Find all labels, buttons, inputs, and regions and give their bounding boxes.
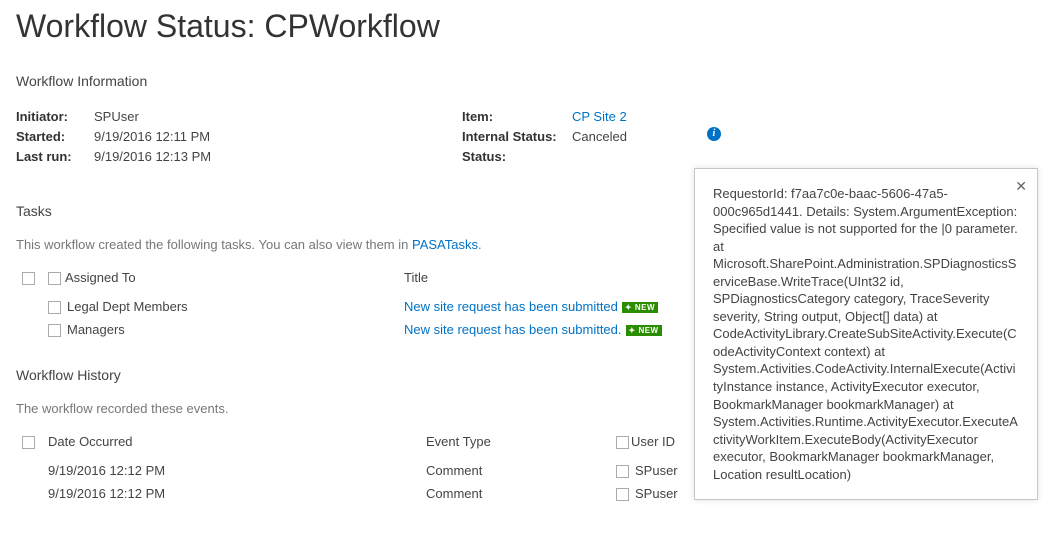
history-date: 9/19/2016 12:12 PM	[42, 459, 420, 482]
col-assigned-header: Assigned To	[65, 270, 136, 285]
task-row-checkbox[interactable]	[48, 301, 61, 314]
col-event-header: Event Type	[420, 430, 610, 459]
history-date: 9/19/2016 12:12 PM	[42, 482, 420, 505]
pasatasks-link[interactable]: PASATasks	[412, 237, 478, 252]
tasks-select-all-checkbox[interactable]	[22, 272, 35, 285]
status-label: Status:	[462, 147, 572, 167]
intstatus-label: Internal Status:	[462, 127, 572, 147]
error-callout: ✕ RequestorId: f7aa7c0e-baac-5606-47a5-0…	[694, 168, 1038, 500]
workflow-info-header: Workflow Information	[16, 73, 1042, 89]
info-icon[interactable]: i	[707, 127, 721, 141]
task-title-link[interactable]: New site request has been submitted.	[404, 322, 622, 337]
initiator-value: SPUser	[94, 107, 139, 127]
history-user: SPuser	[635, 463, 678, 478]
history-user: SPuser	[635, 486, 678, 501]
user-header-checkbox[interactable]	[616, 436, 629, 449]
lastrun-value: 9/19/2016 12:13 PM	[94, 147, 211, 167]
assigned-header-checkbox[interactable]	[48, 272, 61, 285]
new-badge: ✦ NEW	[626, 325, 662, 336]
started-value: 9/19/2016 12:11 PM	[94, 127, 210, 147]
history-row-checkbox[interactable]	[616, 488, 629, 501]
workflow-info-block: Initiator: SPUser Started: 9/19/2016 12:…	[16, 107, 1042, 167]
page-title: Workflow Status: CPWorkflow	[16, 8, 1042, 45]
task-assigned: Managers	[67, 322, 125, 337]
started-label: Started:	[16, 127, 94, 147]
tasks-intro-suffix: .	[478, 237, 482, 252]
task-row-checkbox[interactable]	[48, 324, 61, 337]
history-event: Comment	[420, 459, 610, 482]
item-label: Item:	[462, 107, 572, 127]
col-user-header: User ID	[631, 434, 675, 449]
task-assigned: Legal Dept Members	[67, 299, 188, 314]
history-event: Comment	[420, 482, 610, 505]
lastrun-label: Last run:	[16, 147, 94, 167]
item-link[interactable]: CP Site 2	[572, 107, 627, 127]
history-select-all-checkbox[interactable]	[22, 436, 35, 449]
close-icon[interactable]: ✕	[1015, 177, 1027, 196]
col-date-header: Date Occurred	[42, 430, 420, 459]
callout-text: RequestorId: f7aa7c0e-baac-5606-47a5-000…	[713, 185, 1019, 483]
task-title-link[interactable]: New site request has been submitted	[404, 299, 618, 314]
history-row-checkbox[interactable]	[616, 465, 629, 478]
intstatus-value: Canceled	[572, 127, 627, 147]
new-badge: ✦ NEW	[622, 302, 658, 313]
tasks-intro-prefix: This workflow created the following task…	[16, 237, 412, 252]
initiator-label: Initiator:	[16, 107, 94, 127]
